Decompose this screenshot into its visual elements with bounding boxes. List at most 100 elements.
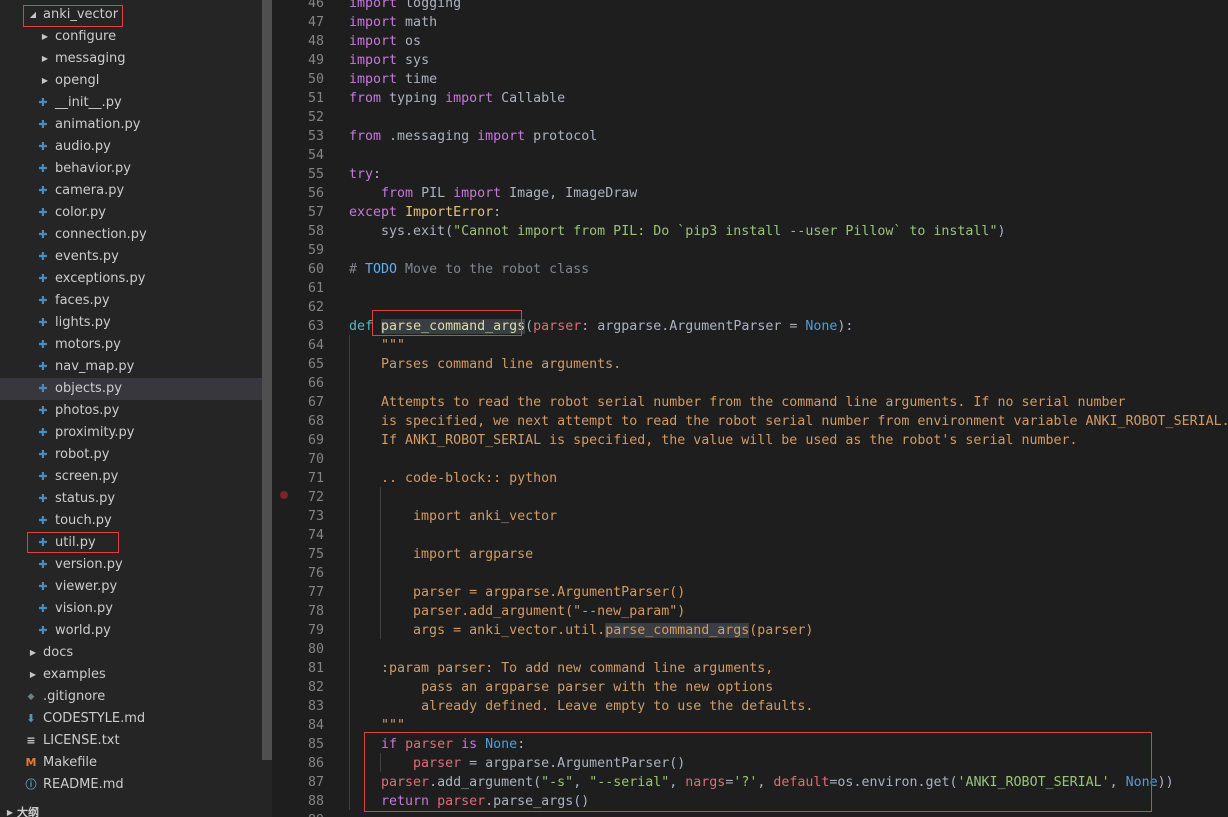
code-line[interactable]: 82 pass an argparse parser with the new … xyxy=(276,678,1228,697)
line-source: pass an argparse parser with the new opt… xyxy=(421,680,774,695)
code-line[interactable]: 56 from PIL import Image, ImageDraw xyxy=(276,184,1228,203)
code-line[interactable]: 52 xyxy=(276,108,1228,127)
line-number: 55 xyxy=(307,167,324,182)
tree-item[interactable]: ✚ vision.py xyxy=(0,598,262,620)
code-line[interactable]: 55 try: xyxy=(276,165,1228,184)
line-source: already defined. Leave empty to use the … xyxy=(421,699,814,714)
sidebar-scrollbar-thumb[interactable] xyxy=(262,0,272,760)
code-line[interactable]: 53 from .messaging import protocol xyxy=(276,127,1228,146)
tree-item[interactable]: ✚ viewer.py xyxy=(0,576,262,598)
code-line[interactable]: 64 """ xyxy=(276,336,1228,355)
tree-item[interactable]: ✚ camera.py xyxy=(0,180,262,202)
code-line[interactable]: 77 parser = argparse.ArgumentParser() xyxy=(276,583,1228,602)
tree-item[interactable]: ◆ .gitignore xyxy=(0,686,262,708)
tree-item[interactable]: ▶ examples xyxy=(0,664,262,686)
code-line[interactable]: 54 xyxy=(276,146,1228,165)
tree-item[interactable]: ✚ audio.py xyxy=(0,136,262,158)
tree-item[interactable]: ≡ LICENSE.txt xyxy=(0,730,262,752)
tree-item[interactable]: ✚ faces.py xyxy=(0,290,262,312)
tree-item[interactable]: ✚ status.py xyxy=(0,488,262,510)
line-number: 69 xyxy=(307,433,324,448)
tree-item[interactable]: ✚ touch.py xyxy=(0,510,262,532)
code-line[interactable]: 79 args = anki_vector.util.parse_command… xyxy=(276,621,1228,640)
code-line[interactable]: 47 import math xyxy=(276,13,1228,32)
tree-item[interactable]: ✚ __init__.py xyxy=(0,92,262,114)
tree-item[interactable]: ✚ animation.py xyxy=(0,114,262,136)
tree-item[interactable]: ✚ lights.py xyxy=(0,312,262,334)
code-line[interactable]: 84 """ xyxy=(276,716,1228,735)
tree-item[interactable]: ✚ nav_map.py xyxy=(0,356,262,378)
python-file-icon: ✚ xyxy=(38,228,48,241)
chevron-right-icon: ▶ xyxy=(41,54,49,63)
tree-item[interactable]: ▶ docs xyxy=(0,642,262,664)
line-source: from .messaging import protocol xyxy=(349,129,598,144)
tree-item[interactable]: ✚ world.py xyxy=(0,620,262,642)
line-source: If ANKI_ROBOT_SERIAL is specified, the v… xyxy=(381,433,1078,448)
code-line[interactable]: 80 xyxy=(276,640,1228,659)
tree-item-label: touch.py xyxy=(55,513,112,528)
code-line[interactable]: 81 :param parser: To add new command lin… xyxy=(276,659,1228,678)
tree-item[interactable]: M Makefile xyxy=(0,752,262,774)
code-line[interactable]: 86 parser = argparse.ArgumentParser() xyxy=(276,754,1228,773)
code-line[interactable]: 61 xyxy=(276,279,1228,298)
outline-label: 大纲 xyxy=(17,806,39,817)
code-line[interactable]: 46 import logging xyxy=(276,0,1228,13)
tree-item[interactable]: ✚ behavior.py xyxy=(0,158,262,180)
code-line[interactable]: 59 xyxy=(276,241,1228,260)
code-line[interactable]: 75 import argparse xyxy=(276,545,1228,564)
code-line[interactable]: 87 parser.add_argument("-s", "--serial",… xyxy=(276,773,1228,792)
tree-item[interactable]: ✚ objects.py xyxy=(0,378,262,400)
line-number: 71 xyxy=(307,471,324,486)
code-line[interactable]: 60 # TODO Move to the robot class xyxy=(276,260,1228,279)
tree-item[interactable]: ✚ motors.py xyxy=(0,334,262,356)
code-line[interactable]: 88 return parser.parse_args() xyxy=(276,792,1228,811)
tree-item[interactable]: ✚ connection.py xyxy=(0,224,262,246)
tree-item[interactable]: ✚ events.py xyxy=(0,246,262,268)
code-line[interactable]: 74 xyxy=(276,526,1228,545)
code-line[interactable]: 51 from typing import Callable xyxy=(276,89,1228,108)
code-line[interactable]: 89 xyxy=(276,811,1228,817)
tree-item[interactable]: ✚ exceptions.py xyxy=(0,268,262,290)
line-number: 76 xyxy=(307,566,324,581)
line-number: 75 xyxy=(307,547,324,562)
code-line[interactable]: 76 xyxy=(276,564,1228,583)
code-line[interactable]: 72 xyxy=(276,488,1228,507)
code-line[interactable]: 50 import time xyxy=(276,70,1228,89)
code-line[interactable]: 70 xyxy=(276,450,1228,469)
code-line[interactable]: 85 if parser is None: xyxy=(276,735,1228,754)
code-line[interactable]: 57 except ImportError: xyxy=(276,203,1228,222)
tree-item[interactable]: ✚ proximity.py xyxy=(0,422,262,444)
code-line[interactable]: 71 .. code-block:: python xyxy=(276,469,1228,488)
tree-item[interactable]: ✚ version.py xyxy=(0,554,262,576)
tree-item[interactable]: ▶ messaging xyxy=(0,48,262,70)
code-line[interactable]: 65 Parses command line arguments. xyxy=(276,355,1228,374)
tree-item[interactable]: ⓘ README.md xyxy=(0,774,262,796)
code-line[interactable]: 63 def parse_command_args(parser: argpars… xyxy=(276,317,1228,336)
tree-item[interactable]: ✚ util.py xyxy=(0,532,262,554)
code-line[interactable]: 78 parser.add_argument("--new_param") xyxy=(276,602,1228,621)
sidebar-scrollbar[interactable] xyxy=(262,0,272,817)
code-editor[interactable]: 46 import logging 47 import math 48 import os… xyxy=(276,0,1228,817)
code-line[interactable]: 69 If ANKI_ROBOT_SERIAL is specified, th… xyxy=(276,431,1228,450)
text-file-icon: ≡ xyxy=(26,734,36,747)
tree-item[interactable]: ▶ opengl xyxy=(0,70,262,92)
code-line[interactable]: 73 import anki_vector xyxy=(276,507,1228,526)
code-line[interactable]: 68 is specified, we next attempt to read… xyxy=(276,412,1228,431)
code-line[interactable]: 62 xyxy=(276,298,1228,317)
code-line[interactable]: 58 sys.exit("Cannot import from PIL: Do … xyxy=(276,222,1228,241)
code-line[interactable]: 49 import sys xyxy=(276,51,1228,70)
code-line[interactable]: 67 Attempts to read the robot serial num… xyxy=(276,393,1228,412)
tree-item[interactable]: ✚ robot.py xyxy=(0,444,262,466)
tree-item[interactable]: ✚ color.py xyxy=(0,202,262,224)
tree-item[interactable]: ⬇ CODESTYLE.md xyxy=(0,708,262,730)
tree-item-label: version.py xyxy=(55,557,123,572)
tree-item[interactable]: ◢ anki_vector xyxy=(0,4,262,26)
tree-item[interactable]: ▶ configure xyxy=(0,26,262,48)
outline-section-header[interactable]: ▶ 大纲 xyxy=(0,802,262,817)
code-line[interactable]: 83 already defined. Leave empty to use t… xyxy=(276,697,1228,716)
code-line[interactable]: 48 import os xyxy=(276,32,1228,51)
tree-item[interactable]: ✚ photos.py xyxy=(0,400,262,422)
code-line[interactable]: 66 xyxy=(276,374,1228,393)
python-file-icon: ✚ xyxy=(38,536,48,549)
tree-item[interactable]: ✚ screen.py xyxy=(0,466,262,488)
